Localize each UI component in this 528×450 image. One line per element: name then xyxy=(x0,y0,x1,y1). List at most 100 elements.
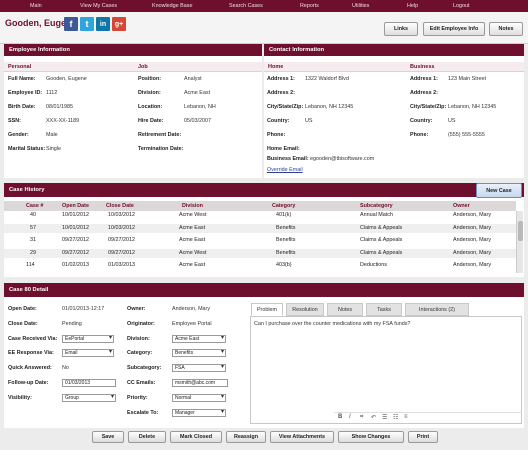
business-field-label: Phone: xyxy=(410,132,429,138)
nav-view-my-cases[interactable]: View My Cases xyxy=(80,3,117,9)
table-cell: 403(b) xyxy=(276,262,292,268)
google-plus-icon[interactable]: g+ xyxy=(112,17,126,31)
col-open-date[interactable]: Open Date xyxy=(62,203,89,209)
escalate-select[interactable]: Manager xyxy=(172,409,226,417)
category-select[interactable]: Benefits xyxy=(172,349,226,357)
bold-icon[interactable]: B xyxy=(338,414,342,420)
response-select[interactable]: Email xyxy=(62,349,114,357)
followup-input[interactable]: 01/03/2013 xyxy=(62,379,116,387)
table-cell: Anderson, Mary xyxy=(453,249,492,256)
nav-knowledge-base[interactable]: Knowledge Base xyxy=(152,3,192,9)
delete-button[interactable]: Delete xyxy=(128,431,166,443)
subcategory-select[interactable]: FSA xyxy=(172,364,226,372)
problem-editor[interactable] xyxy=(250,316,522,424)
top-nav: Main View My Cases Knowledge Base Search… xyxy=(0,0,528,12)
priority-select[interactable]: Normal xyxy=(172,394,226,402)
table-cell: 10/03/2012 xyxy=(108,212,135,218)
new-case-button[interactable]: New Case xyxy=(476,183,522,198)
subcategory-label: Subcategory: xyxy=(127,365,162,371)
home-field-label: Phone: xyxy=(267,132,286,138)
case-detail-title: Case 80 Detail xyxy=(4,283,524,297)
col-owner[interactable]: Owner xyxy=(453,203,470,209)
links-button[interactable]: Links xyxy=(384,22,418,36)
nav-utilities[interactable]: Utilities xyxy=(352,3,369,9)
table-cell: Annual Match xyxy=(360,212,393,218)
visibility-label: Visibility: xyxy=(8,395,32,401)
bullet-list-icon[interactable]: ☷ xyxy=(393,414,398,421)
table-cell: 01/02/2013 xyxy=(62,262,89,268)
table-cell: Claims & Appeals xyxy=(360,224,403,231)
business-field-value: Lebanon, NH 12345 xyxy=(448,104,497,110)
division-select[interactable]: Acme East xyxy=(172,335,226,343)
nav-reports[interactable]: Reports xyxy=(300,3,319,9)
link-icon[interactable]: ⌗ xyxy=(360,414,363,421)
job-field-label: Termination Date: xyxy=(138,146,184,152)
col-category[interactable]: Category xyxy=(272,203,295,209)
contact-info-title: Contact Information xyxy=(264,44,524,56)
table-row[interactable]: 29 09/27/2012 09/27/2012 Acme West Benefits C… xyxy=(4,248,516,258)
undo-icon[interactable]: ↶ xyxy=(371,414,376,421)
category-label: Category: xyxy=(127,350,153,356)
ordered-list-icon[interactable]: ☰ xyxy=(382,414,387,421)
personal-label: Personal xyxy=(8,63,32,70)
col-case-number[interactable]: Case # xyxy=(26,203,43,209)
table-cell: Benefits xyxy=(276,249,296,256)
business-field-value: (555) 555-5555 xyxy=(448,132,485,138)
table-row[interactable]: 114 01/02/2013 01/03/2013 Acme East 403(b) De… xyxy=(4,261,516,270)
table-cell: Acme East xyxy=(179,224,206,231)
show-changes-button[interactable]: Show Changes xyxy=(338,431,404,443)
facebook-icon[interactable]: f xyxy=(64,17,78,31)
home-label: Home xyxy=(268,63,284,70)
personal-field-value: 08/01/1985 xyxy=(46,104,73,110)
col-division[interactable]: Division xyxy=(182,203,203,209)
tab-resolution[interactable]: Resolution xyxy=(286,303,324,316)
col-close-date[interactable]: Close Date xyxy=(106,203,134,209)
case-history-header: Case # Open Date Close Date Division Cat… xyxy=(4,201,516,211)
received-select[interactable]: EePortal xyxy=(62,335,114,343)
owner-value: Anderson, Mary xyxy=(172,306,211,312)
tab-problem[interactable]: Problem xyxy=(251,303,283,316)
notes-button[interactable]: Notes xyxy=(489,22,523,36)
table-row[interactable]: 40 10/01/2012 10/03/2012 Acme West 401(k) Ann… xyxy=(4,211,516,220)
italic-icon[interactable]: I xyxy=(349,414,351,420)
table-cell: 09/27/2012 xyxy=(108,249,135,256)
align-icon[interactable]: ≡ xyxy=(404,414,408,420)
home-field-label: Business Email: xyxy=(267,156,309,162)
twitter-icon[interactable]: t xyxy=(80,17,94,31)
table-cell: 10/01/2012 xyxy=(62,224,89,231)
table-cell: 10/03/2012 xyxy=(108,224,135,231)
nav-main[interactable]: Main xyxy=(30,3,42,9)
escalate-label: Escalate To: xyxy=(127,410,159,416)
table-cell: Anderson, Mary xyxy=(453,224,492,231)
employee-info-title: Employee Information xyxy=(4,44,262,56)
table-cell: 57 xyxy=(30,224,36,231)
home-field-label: Address 2: xyxy=(267,90,295,96)
nav-help[interactable]: Help xyxy=(407,3,418,9)
personal-field-value: Male xyxy=(46,132,58,138)
edit-employee-info-button[interactable]: Edit Employee Info xyxy=(423,22,485,36)
visibility-select[interactable]: Group xyxy=(62,394,116,402)
override-email-link[interactable]: Override Email xyxy=(267,167,303,173)
table-row[interactable]: 57 10/01/2012 10/03/2012 Acme East Benefits C… xyxy=(4,223,516,233)
followup-label: Follow-up Date: xyxy=(8,380,49,386)
nav-logout[interactable]: Logout xyxy=(453,3,470,9)
tab-tasks[interactable]: Tasks xyxy=(366,303,402,316)
mark-closed-button[interactable]: Mark Closed xyxy=(170,431,222,443)
nav-search-cases[interactable]: Search Cases xyxy=(229,3,263,9)
tab-interactions[interactable]: Interactions (2) xyxy=(405,303,469,316)
cc-input[interactable]: msmith@abc.com xyxy=(172,379,228,387)
print-button[interactable]: Print xyxy=(408,431,438,443)
table-cell: Anderson, Mary xyxy=(453,262,492,268)
home-field-label: Home Email: xyxy=(267,146,300,152)
col-subcategory[interactable]: Subcategory xyxy=(360,203,393,209)
table-cell: Benefits xyxy=(276,237,296,243)
table-row[interactable]: 31 09/27/2012 09/27/2012 Acme East Benefits C… xyxy=(4,236,516,245)
linkedin-icon[interactable]: in xyxy=(96,17,110,31)
reassign-button[interactable]: Reassign xyxy=(226,431,266,443)
case-history-scrollbar[interactable] xyxy=(516,211,523,273)
tab-notes[interactable]: Notes xyxy=(327,303,363,316)
view-attachments-button[interactable]: View Attachments xyxy=(270,431,334,443)
save-button[interactable]: Save xyxy=(92,431,124,443)
problem-text: Can I purchase over the counter medicati… xyxy=(254,321,411,327)
personal-field-label: Gender: xyxy=(8,132,29,138)
